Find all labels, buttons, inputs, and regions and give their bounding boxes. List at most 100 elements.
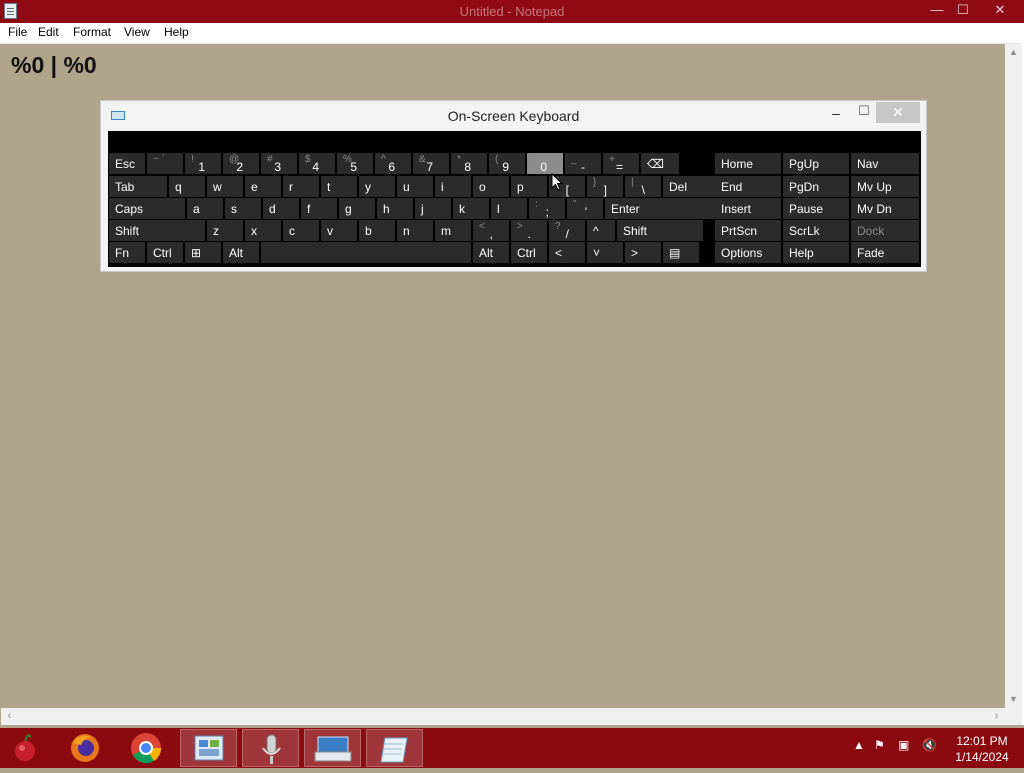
key-symbol[interactable]: " ' xyxy=(567,198,603,219)
taskbar-speech[interactable] xyxy=(242,729,299,767)
osk-close-button[interactable]: ✕ xyxy=(876,102,920,123)
key-symbol[interactable]: < xyxy=(549,242,585,263)
horizontal-scrollbar[interactable]: ‹ › xyxy=(1,708,1005,725)
taskbar-chrome[interactable] xyxy=(118,729,175,767)
key-symbol[interactable]: :; xyxy=(529,198,565,219)
key-alt[interactable]: Alt xyxy=(473,242,509,263)
osk-maximize-button[interactable]: ☐ xyxy=(856,103,872,121)
key-caps[interactable]: Caps xyxy=(109,198,185,219)
key-w[interactable]: w xyxy=(207,176,243,197)
key-h[interactable]: h xyxy=(377,198,413,219)
key-symbol[interactable]: + = xyxy=(603,153,639,174)
key-fade[interactable]: Fade xyxy=(851,242,919,263)
network-icon[interactable]: ▣ xyxy=(898,738,909,752)
key-p[interactable]: p xyxy=(511,176,547,197)
key-d[interactable]: d xyxy=(263,198,299,219)
key-4[interactable]: $4 xyxy=(299,153,335,174)
taskbar-firefox[interactable] xyxy=(57,729,114,767)
scroll-up-icon[interactable]: ▲ xyxy=(1005,44,1022,61)
key-prtscn[interactable]: PrtScn xyxy=(715,220,781,241)
key-symbol[interactable]: ^ xyxy=(587,220,615,241)
key-j[interactable]: j xyxy=(415,198,451,219)
system-clock[interactable]: 12:01 PM 1/14/2024 xyxy=(952,733,1012,765)
start-button[interactable] xyxy=(0,729,57,767)
key-i[interactable]: i xyxy=(435,176,471,197)
key-b[interactable]: b xyxy=(359,220,395,241)
key-k[interactable]: k xyxy=(453,198,489,219)
key-ctrl[interactable]: Ctrl xyxy=(511,242,547,263)
key-pause[interactable]: Pause xyxy=(783,198,849,219)
key-dock[interactable]: Dock xyxy=(851,220,919,241)
key-alt[interactable]: Alt xyxy=(223,242,259,263)
key-r[interactable]: r xyxy=(283,176,319,197)
key-ctrl[interactable]: Ctrl xyxy=(147,242,183,263)
key-shift[interactable]: Shift xyxy=(617,220,703,241)
key-home[interactable]: Home xyxy=(715,153,781,174)
scroll-right-icon[interactable]: › xyxy=(988,708,1005,725)
key-8[interactable]: * 8 xyxy=(451,153,487,174)
key-e[interactable]: e xyxy=(245,176,281,197)
document-text[interactable]: %0 | %0 xyxy=(11,52,97,79)
key-3[interactable]: #3 xyxy=(261,153,297,174)
key-0[interactable]: ) 0 xyxy=(527,153,563,174)
key-symbol[interactable]: | \ xyxy=(625,176,661,197)
key-symbol[interactable]: }] xyxy=(587,176,623,197)
key-space[interactable] xyxy=(261,242,471,263)
key-shift[interactable]: Shift xyxy=(109,220,205,241)
taskbar-notepad[interactable] xyxy=(366,729,423,767)
key-z[interactable]: z xyxy=(207,220,243,241)
key-a[interactable]: a xyxy=(187,198,223,219)
key-symbol[interactable]: _ - xyxy=(565,153,601,174)
vertical-scrollbar[interactable]: ▲ ▼ xyxy=(1005,44,1022,708)
scroll-down-icon[interactable]: ▼ xyxy=(1005,691,1022,708)
close-button[interactable]: ✕ xyxy=(984,0,1016,22)
key-symbol[interactable]: ˅ xyxy=(587,242,623,263)
key-v[interactable]: v xyxy=(321,220,357,241)
key-help[interactable]: Help xyxy=(783,242,849,263)
key-o[interactable]: o xyxy=(473,176,509,197)
menu-view[interactable]: View xyxy=(124,25,150,39)
key-6[interactable]: ^ 6 xyxy=(375,153,411,174)
key-9[interactable]: (9 xyxy=(489,153,525,174)
menu-file[interactable]: File xyxy=(8,25,27,39)
key-pgup[interactable]: PgUp xyxy=(783,153,849,174)
key-5[interactable]: % 5 xyxy=(337,153,373,174)
flag-icon[interactable]: ⚑ xyxy=(874,738,885,752)
key-symbol[interactable]: <, xyxy=(473,220,509,241)
key-c[interactable]: c xyxy=(283,220,319,241)
taskbar-osk[interactable] xyxy=(304,729,361,767)
key-options[interactable]: Options xyxy=(715,242,781,263)
osk-minimize-button[interactable]: – xyxy=(828,105,844,123)
key-symbol[interactable]: >. xyxy=(511,220,547,241)
key-esc[interactable]: Esc xyxy=(109,153,145,174)
menu-help[interactable]: Help xyxy=(164,25,189,39)
volume-muted-icon[interactable]: 🔇 xyxy=(922,738,937,752)
key-enter[interactable]: Enter xyxy=(605,198,717,219)
key-1[interactable]: ! 1 xyxy=(185,153,221,174)
key-mvdn[interactable]: Mv Dn xyxy=(851,198,919,219)
key-mvup[interactable]: Mv Up xyxy=(851,176,919,197)
key-l[interactable]: l xyxy=(491,198,527,219)
key-pgdn[interactable]: PgDn xyxy=(783,176,849,197)
scroll-left-icon[interactable]: ‹ xyxy=(1,708,18,725)
key-fn[interactable]: Fn xyxy=(109,242,145,263)
show-hidden-icon[interactable]: ▲ xyxy=(853,738,865,752)
menu-edit[interactable]: Edit xyxy=(38,25,59,39)
key-y[interactable]: y xyxy=(359,176,395,197)
key-2[interactable]: @2 xyxy=(223,153,259,174)
key-windows-icon[interactable]: ⊞ xyxy=(185,242,221,263)
key-scrlk[interactable]: ScrLk xyxy=(783,220,849,241)
key-f[interactable]: f xyxy=(301,198,337,219)
key-symbol[interactable]: ~ ` xyxy=(147,153,183,174)
key-tab[interactable]: Tab xyxy=(109,176,167,197)
key-menu-icon[interactable]: ▤ xyxy=(663,242,699,263)
key-t[interactable]: t xyxy=(321,176,357,197)
key-nav[interactable]: Nav xyxy=(851,153,919,174)
key-m[interactable]: m xyxy=(435,220,471,241)
key-q[interactable]: q xyxy=(169,176,205,197)
key-symbol[interactable]: ? / xyxy=(549,220,585,241)
key-backspace-icon[interactable]: ⌫ xyxy=(641,153,679,174)
key-s[interactable]: s xyxy=(225,198,261,219)
key-end[interactable]: End xyxy=(715,176,781,197)
key-x[interactable]: x xyxy=(245,220,281,241)
